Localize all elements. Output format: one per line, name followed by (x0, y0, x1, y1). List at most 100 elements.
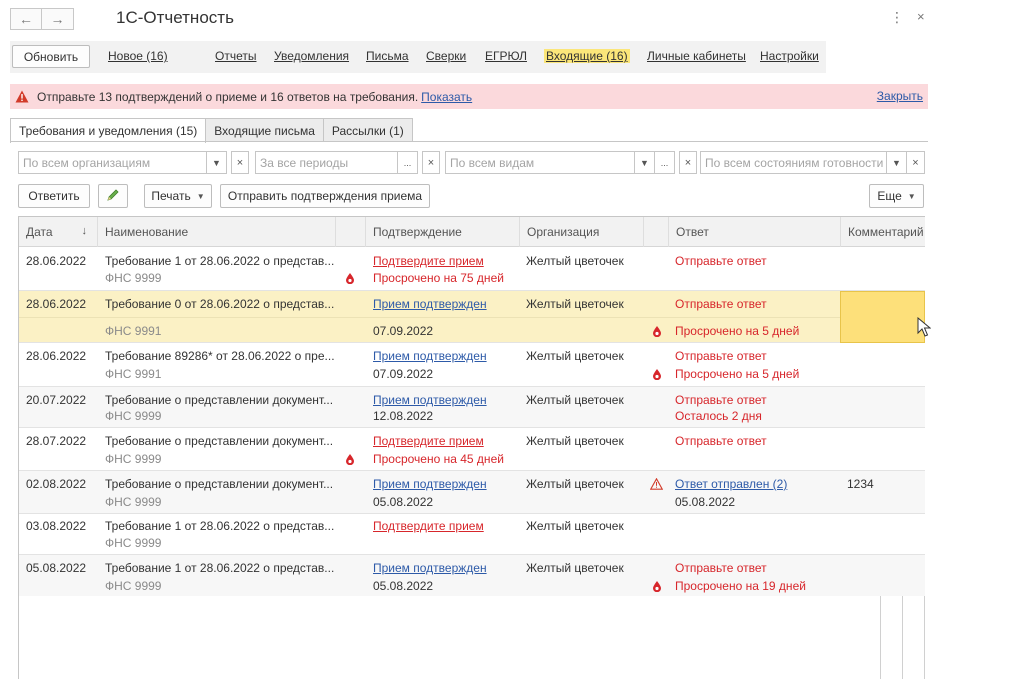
reply-button[interactable]: Ответить (18, 184, 90, 208)
tab-bar: Требования и уведомления (15) Входящие п… (10, 118, 413, 143)
organization-filter-input[interactable]: По всем организациям (18, 151, 207, 174)
main-menu-bar: Обновить Новое (16) Отчеты Уведомления П… (10, 41, 826, 73)
ellipsis-icon[interactable]: ... (398, 151, 418, 174)
more-button[interactable]: Еще ▼ (869, 184, 924, 208)
column-guide (924, 596, 925, 679)
menu-item-personal-accounts[interactable]: Личные кабинеты (647, 49, 746, 63)
overdue-drop-icon (346, 454, 354, 465)
table-row[interactable]: 20.07.2022 Требование о представлении до… (19, 387, 925, 428)
column-date[interactable]: Дата ↓ (19, 217, 97, 247)
ellipsis-icon[interactable]: ... (655, 151, 675, 174)
comment-cell-selected[interactable] (840, 291, 925, 343)
refresh-button[interactable]: Обновить (12, 45, 90, 68)
table-row[interactable]: 02.08.2022 Требование о представлении до… (19, 471, 925, 514)
answer-sent-link[interactable]: Ответ отправлен (2) (675, 477, 787, 491)
column-organization[interactable]: Организация (519, 217, 643, 247)
confirm-link[interactable]: Прием подтвержден (373, 297, 487, 311)
banner-close-link[interactable]: Закрыть (877, 89, 923, 103)
column-date-label: Дата (26, 225, 53, 239)
chevron-down-icon[interactable]: ▼ (207, 151, 227, 174)
confirm-date: 12.08.2022 (373, 409, 434, 423)
clear-icon[interactable]: × (231, 151, 249, 174)
menu-item-letters[interactable]: Письма (366, 49, 409, 63)
state-filter-input[interactable]: По всем состояниям готовности (700, 151, 887, 174)
answer-deadline: Просрочено на 5 дней (675, 367, 800, 381)
clear-icon[interactable]: × (907, 151, 925, 174)
column-comment[interactable]: Комментарий (840, 217, 925, 247)
answer-date: 05.08.2022 (675, 495, 736, 509)
row-organization: Желтый цветочек (526, 297, 624, 311)
row-authority: ФНС 9999 (105, 271, 162, 285)
confirm-link[interactable]: Подтвердите прием (373, 519, 484, 533)
navigation-buttons: ← → (10, 8, 74, 30)
clear-icon[interactable]: × (422, 151, 440, 174)
row-name: Требование 1 от 28.06.2022 о представ... (105, 519, 335, 533)
column-name[interactable]: Наименование (97, 217, 335, 247)
menu-item-reconciliations[interactable]: Сверки (426, 49, 466, 63)
confirm-link[interactable]: Подтвердите прием (373, 434, 484, 448)
notification-banner: Отправьте 13 подтверждений о приеме и 16… (10, 84, 928, 109)
tab-incoming-letters[interactable]: Входящие письма (206, 118, 324, 142)
menu-item-incoming[interactable]: Входящие (16) (544, 49, 630, 63)
print-button[interactable]: Печать ▼ (144, 184, 212, 208)
answer-status: Отправьте ответ (675, 349, 767, 363)
kind-filter: По всем видам ▼ ... × (445, 151, 697, 174)
organization-filter: По всем организациям ▼ × (18, 151, 249, 174)
column-answer[interactable]: Ответ (668, 217, 840, 247)
confirm-link[interactable]: Подтвердите прием (373, 254, 484, 268)
menu-item-settings[interactable]: Настройки (760, 49, 819, 63)
column-guide (902, 596, 903, 679)
row-organization: Желтый цветочек (526, 519, 624, 533)
table-row[interactable]: 05.08.2022 Требование 1 от 28.06.2022 о … (19, 555, 925, 596)
edit-button[interactable] (98, 184, 128, 208)
table-row[interactable]: 28.06.2022 Требование 89286* от 28.06.20… (19, 343, 925, 387)
back-button[interactable]: ← (10, 8, 42, 30)
row-name: Требование о представлении документ... (105, 434, 334, 448)
table-row-selected[interactable]: 28.06.2022 Требование 0 от 28.06.2022 о … (19, 291, 925, 343)
row-authority: ФНС 9999 (105, 409, 162, 423)
confirm-date: 07.09.2022 (373, 367, 434, 381)
close-icon[interactable]: × (917, 9, 925, 24)
menu-item-egrul[interactable]: ЕГРЮЛ (485, 49, 527, 63)
tab-mailings[interactable]: Рассылки (1) (323, 118, 413, 142)
confirm-link[interactable]: Прием подтвержден (373, 561, 487, 575)
menu-item-reports[interactable]: Отчеты (215, 49, 256, 63)
forward-button[interactable]: → (42, 8, 74, 30)
row-date: 02.08.2022 (26, 477, 87, 491)
confirm-link[interactable]: Прием подтвержден (373, 477, 487, 491)
more-vertical-icon[interactable]: ⋮ (890, 9, 904, 26)
row-authority: ФНС 9999 (105, 536, 162, 550)
warning-icon (14, 90, 30, 104)
sort-down-icon: ↓ (81, 225, 88, 237)
chevron-down-icon[interactable]: ▼ (887, 151, 907, 174)
row-name: Требование 0 от 28.06.2022 о представ... (105, 297, 335, 311)
confirm-date: 05.08.2022 (373, 579, 434, 593)
clear-icon[interactable]: × (679, 151, 697, 174)
tab-requirements[interactable]: Требования и уведомления (15) (10, 118, 207, 143)
column-confirmation[interactable]: Подтверждение (365, 217, 519, 247)
send-confirmations-button[interactable]: Отправить подтверждения приема (220, 184, 430, 208)
overdue-drop-icon (653, 326, 661, 337)
banner-show-link[interactable]: Показать (421, 90, 472, 104)
confirm-link[interactable]: Прием подтвержден (373, 393, 487, 407)
row-date: 28.06.2022 (26, 254, 87, 268)
chevron-down-icon[interactable]: ▼ (635, 151, 655, 174)
table-row[interactable]: 28.06.2022 Требование 1 от 28.06.2022 о … (19, 248, 925, 291)
row-authority: ФНС 9991 (105, 324, 162, 338)
confirm-link[interactable]: Прием подтвержден (373, 349, 487, 363)
answer-status: Отправьте ответ (675, 393, 767, 407)
row-date: 20.07.2022 (26, 393, 87, 407)
row-name: Требование о представлении документ... (105, 477, 334, 491)
answer-status: Отправьте ответ (675, 254, 767, 268)
table-row[interactable]: 28.07.2022 Требование о представлении до… (19, 428, 925, 471)
row-name: Требование 1 от 28.06.2022 о представ... (105, 561, 335, 575)
menu-item-new[interactable]: Новое (16) (108, 49, 168, 63)
row-name: Требование 89286* от 28.06.2022 о пре... (105, 349, 335, 363)
table-row[interactable]: 03.08.2022 Требование 1 от 28.06.2022 о … (19, 514, 925, 555)
period-filter-input[interactable]: За все периоды (255, 151, 398, 174)
kind-filter-input[interactable]: По всем видам (445, 151, 635, 174)
chevron-down-icon: ▼ (196, 191, 205, 201)
row-comment: 1234 (847, 477, 874, 491)
menu-item-notifications[interactable]: Уведомления (274, 49, 349, 63)
answer-deadline: Просрочено на 19 дней (675, 579, 806, 593)
